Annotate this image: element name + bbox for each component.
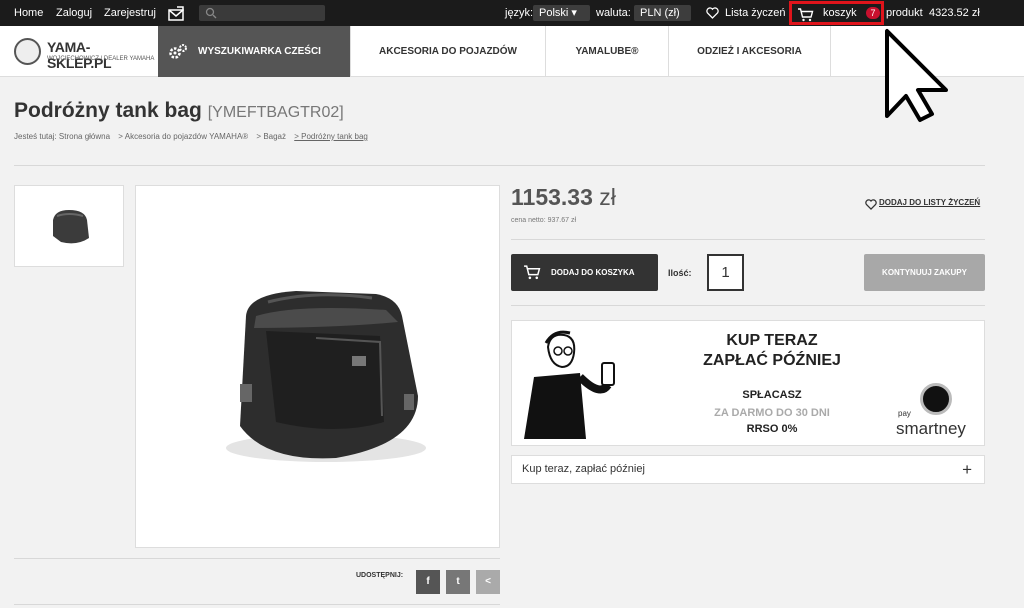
breadcrumb-current[interactable]: > Podróżny tank bag <box>294 132 368 141</box>
divider <box>14 604 500 605</box>
tab-parts-search-label: WYSZUKIWARKA CZEŚCI <box>198 46 321 57</box>
man-with-phone-illustration <box>524 330 615 439</box>
breadcrumb: Jesteś tutaj: Strona główna > Akcesoria … <box>14 132 374 141</box>
cart-icon[interactable] <box>797 6 814 22</box>
chevron-down-icon: ▾ <box>571 7 577 19</box>
banner-line-2: ZAPŁAĆ PÓŹNIEJ <box>703 352 841 369</box>
tank-bag-image <box>226 291 426 462</box>
add-to-wishlist-link[interactable]: DODAJ DO LISTY ŻYCZEŃ <box>879 198 980 207</box>
pay-later-banner[interactable]: KUP TERAZ ZAPŁAĆ PÓŹNIEJ SPŁACASZ ZA DAR… <box>511 320 985 446</box>
home-link[interactable]: Home <box>14 0 43 26</box>
tank-bag-thumbnail-image <box>53 210 89 244</box>
share-button[interactable]: < <box>476 570 500 594</box>
heart-icon[interactable] <box>706 0 719 26</box>
add-to-cart-label: DODAJ DO KOSZYKA <box>551 268 635 277</box>
logo-name: YAMA-SKLEP.PL <box>47 39 112 71</box>
banner-line-5: RRSO 0% <box>746 423 798 435</box>
cart-product-label: produkt <box>886 7 923 19</box>
banner-line-1: KUP TERAZ <box>726 332 818 349</box>
share-label: UDOSTĘPNIJ: <box>356 572 404 579</box>
quantity-label: Ilość: <box>668 268 692 278</box>
cart-total: 4323.52 zł <box>929 7 980 19</box>
language-label: język: <box>505 7 534 19</box>
facebook-share-button[interactable]: f <box>416 570 440 594</box>
login-link[interactable]: Zaloguj <box>56 0 92 26</box>
top-bar: Home Zaloguj Zarejestruj język: Polski ▾… <box>0 0 1024 35</box>
cart-count-badge: 7 <box>866 7 880 19</box>
product-main-image[interactable] <box>135 185 500 548</box>
product-code: [YMEFTBAGTR02] <box>207 104 344 121</box>
breadcrumb-home[interactable]: Jesteś tutaj: Strona główna <box>14 132 110 141</box>
tab-yamalube[interactable]: YAMALUBE® <box>546 26 669 77</box>
page-title: Podróżny tank bag [YMEFTBAGTR02] <box>14 99 344 123</box>
twitter-share-button[interactable]: t <box>446 570 470 594</box>
brand-smartney: smartney <box>896 419 966 438</box>
net-price: cena netto: 937.67 zł <box>511 217 576 224</box>
product-price: 1153.33 zł <box>511 184 616 211</box>
price-currency: zł <box>599 184 616 210</box>
currency-select[interactable]: PLN (zł) ▾ <box>634 5 691 35</box>
logo-subtitle: WOJCIECHOWICZ | DEALER YAMAHA <box>47 56 155 62</box>
smartney-logo-icon <box>920 383 952 415</box>
breadcrumb-accessories[interactable]: > Akcesoria do pojazdów YAMAHA® <box>118 132 248 141</box>
pay-later-accordion[interactable]: Kup teraz, zapłać później + <box>511 455 985 484</box>
mouse-cursor-icon <box>885 29 948 122</box>
language-value: Polski <box>539 7 569 19</box>
brand-pay: pay <box>898 409 911 418</box>
product-title: Podróżny tank bag <box>14 99 202 122</box>
tab-accessories[interactable]: AKCESORIA DO POJAZDÓW <box>351 26 546 77</box>
currency-value: PLN (zł) <box>640 7 680 19</box>
quantity-input[interactable]: 1 <box>707 254 744 291</box>
accordion-label: Kup teraz, zapłać później <box>522 463 645 475</box>
heart-icon[interactable] <box>865 197 877 215</box>
price-value: 1153.33 <box>511 184 593 210</box>
breadcrumb-luggage[interactable]: > Bagaż <box>256 132 286 141</box>
banner-line-3: SPŁACASZ <box>742 389 802 401</box>
currency-label: waluta: <box>596 7 631 19</box>
add-to-cart-button[interactable]: DODAJ DO KOSZYKA <box>511 254 658 291</box>
register-link[interactable]: Zarejestruj <box>104 0 156 26</box>
banner-line-4: ZA DARMO DO 30 DNI <box>714 407 830 419</box>
mail-icon[interactable] <box>168 5 185 21</box>
search-icon <box>205 7 217 19</box>
divider <box>511 305 985 306</box>
logo-emblem <box>14 38 41 65</box>
divider <box>14 165 985 166</box>
product-thumbnail[interactable] <box>14 185 124 267</box>
language-select[interactable]: Polski ▾ <box>533 5 590 21</box>
search-input[interactable] <box>199 5 325 21</box>
cart-icon <box>524 265 541 280</box>
divider <box>14 558 500 559</box>
divider <box>511 239 985 240</box>
wishlist-link[interactable]: Lista życzeń <box>725 0 786 26</box>
logo[interactable]: YAMA-SKLEP.PL WOJCIECHOWICZ | DEALER YAM… <box>14 36 155 71</box>
plus-icon[interactable]: + <box>962 456 972 483</box>
tab-clothing[interactable]: ODZIEŻ I AKCESORIA <box>669 26 831 77</box>
main-nav: YAMA-SKLEP.PL WOJCIECHOWICZ | DEALER YAM… <box>0 26 1024 77</box>
gear-icon <box>169 44 187 59</box>
cart-link[interactable]: koszyk <box>823 0 857 26</box>
continue-shopping-button[interactable]: KONTYNUUJ ZAKUPY <box>864 254 985 291</box>
tab-parts-search[interactable]: WYSZUKIWARKA CZEŚCI <box>158 26 351 77</box>
